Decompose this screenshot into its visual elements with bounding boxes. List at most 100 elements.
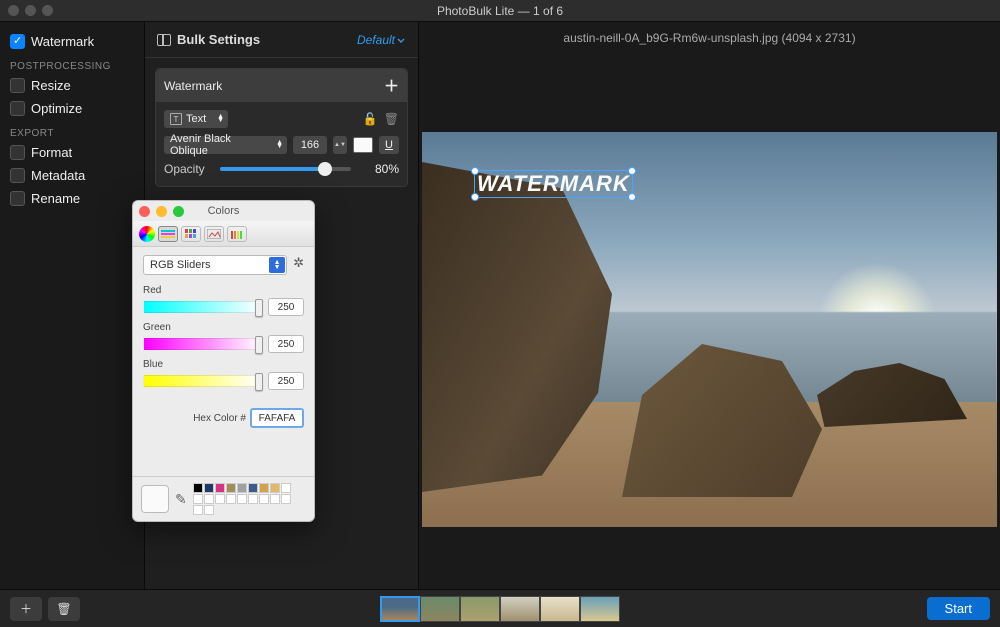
- swatch[interactable]: [248, 494, 258, 504]
- swatch[interactable]: [204, 483, 214, 493]
- swatch[interactable]: [193, 483, 203, 493]
- optimize-checkbox[interactable]: [10, 101, 25, 116]
- swatch[interactable]: [193, 505, 203, 515]
- color-wheel-tab[interactable]: [139, 226, 155, 242]
- thumbnail[interactable]: [420, 596, 460, 622]
- color-picker-tabs[interactable]: [133, 221, 314, 247]
- thumbnail[interactable]: [580, 596, 620, 622]
- rename-checkbox[interactable]: [10, 191, 25, 206]
- swatch[interactable]: [204, 494, 214, 504]
- resize-checkbox[interactable]: [10, 78, 25, 93]
- blue-slider[interactable]: [143, 375, 262, 387]
- sidebar-section-export: EXPORT: [10, 122, 134, 143]
- panel-traffic-lights[interactable]: [139, 206, 184, 217]
- red-value[interactable]: 250: [268, 298, 304, 316]
- underline-button[interactable]: U: [379, 136, 399, 154]
- red-label: Red: [143, 285, 304, 296]
- sidebar-item-metadata[interactable]: Metadata: [10, 166, 134, 189]
- watermark-header: Watermark: [164, 79, 384, 93]
- swatch[interactable]: [237, 494, 247, 504]
- resize-handle[interactable]: [471, 167, 479, 175]
- image-filename: austin-neill-0A_b9G-Rm6w-unsplash.jpg (4…: [419, 22, 1000, 54]
- trash-icon[interactable]: 🗑: [384, 112, 399, 126]
- watermark-checkbox[interactable]: [10, 34, 25, 49]
- opacity-label: Opacity: [164, 162, 214, 176]
- swatch-grid[interactable]: [193, 483, 301, 515]
- chevron-down-icon: [396, 35, 406, 45]
- watermark-type-select[interactable]: T Text ▲▼: [164, 110, 228, 128]
- sidebar-item-watermark[interactable]: Watermark: [10, 32, 134, 55]
- swatch[interactable]: [259, 483, 269, 493]
- resize-handle[interactable]: [628, 167, 636, 175]
- swatch[interactable]: [248, 483, 258, 493]
- rename-label: Rename: [31, 191, 80, 206]
- preview-canvas[interactable]: WATERMARK: [422, 132, 997, 527]
- start-button[interactable]: Start: [927, 597, 990, 620]
- format-checkbox[interactable]: [10, 145, 25, 160]
- swatch[interactable]: [226, 483, 236, 493]
- sliders-tab[interactable]: [158, 226, 178, 242]
- thumbnail[interactable]: [460, 596, 500, 622]
- settings-title: Bulk Settings: [177, 32, 357, 47]
- thumbnail-strip: [380, 596, 620, 622]
- resize-handle[interactable]: [471, 193, 479, 201]
- gear-icon[interactable]: ✲: [293, 255, 304, 275]
- swatch[interactable]: [193, 494, 203, 504]
- thumbnail[interactable]: [540, 596, 580, 622]
- color-picker-panel[interactable]: Colors RGB Sliders ▲▼ ✲ Red 250: [132, 200, 315, 522]
- thumbnail[interactable]: [380, 596, 420, 622]
- swatch[interactable]: [204, 505, 214, 515]
- image-tab[interactable]: [204, 226, 224, 242]
- watermark-block: Watermark ＋ T Text ▲▼ 🔓 🗑 Avenir Blac: [155, 68, 408, 187]
- color-swatch[interactable]: [353, 137, 373, 153]
- sidebar-item-rename[interactable]: Rename: [10, 189, 134, 212]
- sidebar-item-optimize[interactable]: Optimize: [10, 99, 134, 122]
- swatch[interactable]: [270, 494, 280, 504]
- optimize-label: Optimize: [31, 101, 82, 116]
- add-watermark-button[interactable]: ＋: [384, 75, 399, 96]
- add-images-button[interactable]: ＋: [10, 597, 42, 621]
- sidebar-item-resize[interactable]: Resize: [10, 76, 134, 99]
- pencils-tab[interactable]: [227, 226, 247, 242]
- swatch[interactable]: [215, 494, 225, 504]
- sidebar: Watermark POSTPROCESSING Resize Optimize…: [0, 22, 144, 589]
- blue-label: Blue: [143, 359, 304, 370]
- bottombar: ＋ 🗑 Start: [0, 589, 1000, 627]
- metadata-checkbox[interactable]: [10, 168, 25, 183]
- blue-value[interactable]: 250: [268, 372, 304, 390]
- swatch[interactable]: [237, 483, 247, 493]
- text-icon: T: [170, 113, 182, 125]
- red-slider[interactable]: [143, 301, 262, 313]
- swatch[interactable]: [215, 483, 225, 493]
- lock-icon[interactable]: 🔓: [363, 112, 378, 126]
- sidebar-item-format[interactable]: Format: [10, 143, 134, 166]
- window-title: PhotoBulk Lite — 1 of 6: [0, 4, 1000, 18]
- eyedropper-icon[interactable]: ✎: [175, 491, 187, 508]
- hex-label: Hex Color #: [193, 413, 246, 424]
- green-value[interactable]: 250: [268, 335, 304, 353]
- window-traffic-lights[interactable]: [8, 5, 53, 16]
- palettes-tab[interactable]: [181, 226, 201, 242]
- swatch[interactable]: [281, 494, 291, 504]
- swatch[interactable]: [281, 483, 291, 493]
- preset-dropdown[interactable]: Default: [357, 33, 406, 47]
- format-label: Format: [31, 145, 72, 160]
- swatch[interactable]: [226, 494, 236, 504]
- thumbnail[interactable]: [500, 596, 540, 622]
- font-size-stepper[interactable]: ▲▼: [333, 136, 347, 154]
- hex-input[interactable]: FAFAFA: [250, 408, 304, 428]
- watermark-overlay[interactable]: WATERMARK: [474, 170, 633, 198]
- sidebar-icon[interactable]: [157, 34, 171, 46]
- resize-handle[interactable]: [628, 193, 636, 201]
- resize-label: Resize: [31, 78, 71, 93]
- swatch[interactable]: [270, 483, 280, 493]
- font-size-input[interactable]: 166: [293, 136, 327, 154]
- color-mode-select[interactable]: RGB Sliders ▲▼: [143, 255, 287, 275]
- opacity-slider[interactable]: [220, 167, 351, 171]
- watermark-label: Watermark: [31, 34, 94, 49]
- remove-image-button[interactable]: 🗑: [48, 597, 80, 621]
- current-color-swatch[interactable]: [141, 485, 169, 513]
- swatch[interactable]: [259, 494, 269, 504]
- font-select[interactable]: Avenir Black Oblique▲▼: [164, 136, 287, 154]
- green-slider[interactable]: [143, 338, 262, 350]
